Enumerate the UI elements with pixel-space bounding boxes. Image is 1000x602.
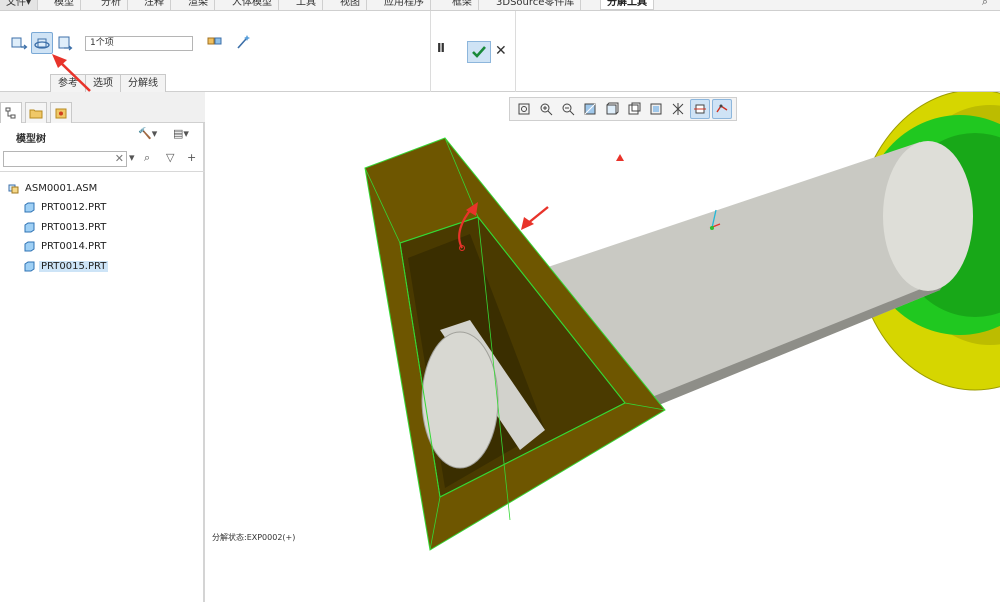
model-tree-header: 模型树 🔨▾ ▤▾ (0, 123, 205, 145)
part-icon (24, 202, 35, 212)
menu-tools[interactable]: 工具 (290, 0, 323, 10)
reference-collector-field[interactable]: 1个项 (85, 36, 193, 51)
part-icon (24, 261, 35, 271)
menu-analysis[interactable]: 分析 (95, 0, 128, 10)
folder-icon (29, 109, 43, 119)
show-menu-icon[interactable]: ▤▾ (173, 127, 189, 140)
tree-label: PRT0012.PRT (41, 201, 107, 213)
dashboard-ribbon: 1个项 参考 选项 分解线 II ✕ (0, 11, 1000, 92)
tab-model-tree[interactable] (0, 102, 22, 123)
magic-wand-icon (237, 35, 250, 49)
part-icon (24, 222, 35, 232)
view-toolbar (509, 97, 737, 121)
zoom-in-icon[interactable] (536, 99, 556, 119)
tab-explode-tool[interactable]: 分解工具 (600, 0, 654, 10)
part-icon (24, 241, 35, 251)
graphics-viewport[interactable] (207, 92, 1000, 602)
view-manager-icon[interactable] (646, 99, 666, 119)
menu-manikin[interactable]: 人体模型 (226, 0, 279, 10)
shaft-end-face (883, 141, 973, 291)
tree-item-part[interactable]: PRT0013.PRT (24, 219, 108, 235)
shaft-cross-section (421, 331, 499, 469)
tree-label: PRT0014.PRT (41, 240, 107, 252)
model-tree-search-input[interactable]: ✕ (3, 151, 127, 167)
display-style-icon[interactable] (602, 99, 622, 119)
annotation-display-icon[interactable] (712, 99, 732, 119)
zoom-out-icon[interactable] (558, 99, 578, 119)
ribbon-divider (430, 11, 431, 92)
app-window: 文件▾ 模型 分析 注释 渲染 人体模型 工具 视图 应用程序 框架 3DSou… (0, 0, 1000, 602)
menu-file[interactable]: 文件▾ (0, 0, 39, 10)
repaint-icon[interactable] (580, 99, 600, 119)
menu-framework[interactable]: 框架 (446, 0, 479, 10)
menu-view[interactable]: 视图 (334, 0, 367, 10)
cancel-button[interactable]: ✕ (495, 43, 507, 59)
filter-icon[interactable]: ▽ (166, 151, 174, 164)
menu-bar: 文件▾ 模型 分析 注释 渲染 人体模型 工具 视图 应用程序 框架 3DSou… (0, 0, 1000, 11)
refit-icon[interactable] (514, 99, 534, 119)
settings-icon[interactable]: 🔨▾ (138, 127, 157, 140)
favorites-icon (55, 108, 67, 119)
tree-label: PRT0015.PRT (39, 260, 109, 272)
checkmark-icon (472, 46, 486, 58)
pause-button[interactable]: II (437, 41, 445, 55)
find-icon[interactable]: ⌕ (144, 151, 150, 165)
tree-label: PRT0013.PRT (41, 221, 107, 233)
help-icon[interactable]: ⌕ (982, 0, 988, 9)
menu-annotate[interactable]: 注释 (138, 0, 171, 10)
model-tree-icon (5, 107, 16, 119)
datum-triangle-marker (616, 154, 624, 161)
search-dropdown-icon[interactable]: ▾ (129, 151, 135, 164)
saved-orientations-icon[interactable] (624, 99, 644, 119)
ok-button[interactable] (467, 41, 491, 63)
toggle-explode-status-button[interactable] (204, 31, 226, 53)
navigator-tabs (0, 92, 205, 123)
tab-folder-browser[interactable] (25, 102, 47, 123)
tab-favorites[interactable] (50, 102, 72, 123)
datum-display-icon[interactable] (668, 99, 688, 119)
explode-translate-button[interactable] (8, 32, 30, 54)
explode-state-label: 分解状态:EXP0002(+) (212, 533, 296, 542)
subtab-explode-lines[interactable]: 分解线 (120, 74, 166, 92)
model-tree-panel: 模型树 🔨▾ ▤▾ ✕ ▾ ⌕ ▽ + ASM0001.ASM PRT0012.… (0, 92, 205, 602)
menu-render[interactable]: 渲染 (182, 0, 215, 10)
tree-label: ASM0001.ASM (25, 182, 98, 194)
spin-center-icon[interactable] (690, 99, 710, 119)
tree-item-part[interactable]: PRT0012.PRT (24, 199, 108, 215)
panel-divider (0, 171, 205, 172)
menu-applications[interactable]: 应用程序 (378, 0, 431, 10)
tree-root-assembly[interactable]: ASM0001.ASM (8, 180, 99, 196)
menu-model[interactable]: 模型 (48, 0, 81, 10)
triad-origin (710, 226, 714, 230)
ribbon-divider (515, 11, 516, 92)
create-offset-line-button[interactable] (232, 31, 254, 53)
model-tree-title: 模型树 (16, 134, 46, 145)
tree-item-part-selected[interactable]: PRT0015.PRT (24, 258, 109, 274)
menu-3dsource[interactable]: 3DSource零件库 (490, 0, 582, 10)
tree-item-part[interactable]: PRT0014.PRT (24, 238, 108, 254)
annotation-arrow-ribbon (52, 54, 91, 92)
explode-status-icon (207, 37, 222, 45)
translate-icon (11, 37, 28, 50)
assembly-icon (8, 184, 19, 193)
add-column-icon[interactable]: + (187, 151, 196, 164)
clear-search-icon[interactable]: ✕ (115, 152, 124, 165)
